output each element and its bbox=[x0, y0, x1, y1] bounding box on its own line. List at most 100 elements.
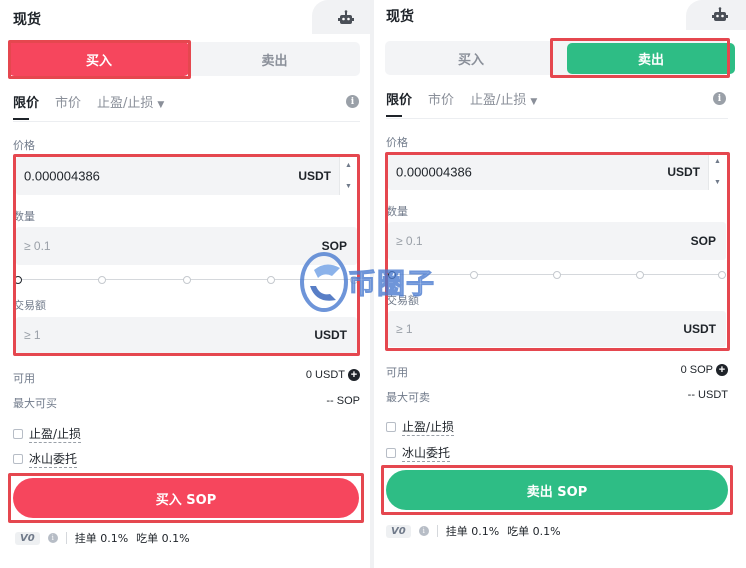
option-label: 冰山委托 bbox=[402, 446, 451, 462]
tab-market[interactable]: 市价 bbox=[55, 92, 81, 111]
info-icon[interactable]: i bbox=[713, 92, 726, 105]
max-label: 最大可买 bbox=[13, 397, 57, 410]
tab-limit[interactable]: 限价 bbox=[13, 92, 39, 120]
fee-separator bbox=[65, 532, 67, 544]
checkbox[interactable] bbox=[13, 454, 23, 464]
available-value: 0 USDT bbox=[305, 369, 345, 381]
amount-placeholder: ≥ 1 bbox=[24, 328, 41, 342]
option-label: 止盈/止损 bbox=[29, 427, 82, 443]
tab-market[interactable]: 市价 bbox=[428, 89, 454, 108]
buy-tab[interactable]: 买入 bbox=[385, 41, 557, 75]
watermark-logo: 币圈子 bbox=[296, 250, 456, 314]
slider-mark[interactable] bbox=[267, 276, 275, 284]
step-down-icon[interactable]: ▼ bbox=[345, 183, 352, 190]
info-icon[interactable]: i bbox=[418, 526, 429, 536]
slider-mark[interactable] bbox=[636, 271, 644, 279]
fee-separator bbox=[436, 525, 438, 537]
taker-fee: 吃单 0.1% bbox=[507, 525, 561, 538]
available-value-row: 0 SOP + bbox=[681, 364, 728, 376]
price-value: 0.000004386 bbox=[24, 168, 100, 184]
fee-info: V0 i 挂单 0.1% 吃单 0.1% bbox=[15, 530, 190, 546]
quantity-placeholder: ≥ 0.1 bbox=[396, 234, 423, 248]
amount-input[interactable]: ≥ 1 USDT bbox=[388, 311, 726, 347]
quantity-label: 数量 bbox=[386, 205, 408, 218]
amount-label: 交易额 bbox=[13, 299, 46, 312]
slider-handle[interactable] bbox=[14, 276, 22, 284]
max-value: -- SOP bbox=[326, 395, 360, 407]
price-stepper[interactable]: ▲ ▼ bbox=[708, 154, 726, 190]
option-iceberg[interactable]: 冰山委托 bbox=[386, 444, 451, 462]
sell-submit-button[interactable]: 卖出 SOP bbox=[386, 470, 728, 510]
slider-mark[interactable] bbox=[718, 271, 726, 279]
panel-header: 现货 bbox=[0, 0, 370, 36]
step-up-icon[interactable]: ▲ bbox=[714, 158, 721, 165]
side-switch: 买入 卖出 bbox=[9, 42, 360, 76]
amount-unit: USDT bbox=[683, 322, 716, 336]
watermark-emblem-icon bbox=[300, 252, 348, 312]
amount-input[interactable]: ≥ 1 USDT bbox=[16, 317, 357, 353]
quantity-label: 数量 bbox=[13, 210, 35, 223]
available-label: 可用 bbox=[13, 372, 35, 385]
tab-stop-label: 止盈/止损 bbox=[97, 95, 154, 111]
robot-icon bbox=[338, 10, 354, 24]
page-title: 现货 bbox=[386, 9, 414, 25]
amount-placeholder: ≥ 1 bbox=[396, 322, 413, 336]
price-label: 价格 bbox=[13, 139, 35, 152]
option-take-profit[interactable]: 止盈/止损 bbox=[13, 425, 82, 443]
tabs-divider bbox=[386, 118, 728, 119]
side-switch: 买入 卖出 bbox=[385, 41, 735, 75]
quantity-unit: SOP bbox=[690, 234, 716, 248]
slider-mark[interactable] bbox=[183, 276, 191, 284]
available-value-row: 0 USDT + bbox=[306, 369, 360, 381]
quantity-placeholder: ≥ 0.1 bbox=[24, 239, 51, 253]
price-input[interactable]: 0.000004386 USDT ▲ ▼ bbox=[388, 154, 726, 190]
vip-badge[interactable]: V0 bbox=[386, 524, 411, 538]
option-label: 冰山委托 bbox=[29, 452, 78, 468]
max-label: 最大可卖 bbox=[386, 391, 430, 404]
option-iceberg[interactable]: 冰山委托 bbox=[13, 450, 78, 468]
price-value: 0.000004386 bbox=[396, 164, 472, 180]
tabs-divider bbox=[13, 121, 360, 122]
plus-circle-icon[interactable]: + bbox=[348, 369, 360, 381]
checkbox[interactable] bbox=[386, 422, 396, 432]
max-value: -- USDT bbox=[687, 389, 728, 401]
option-label: 止盈/止损 bbox=[402, 420, 455, 436]
step-down-icon[interactable]: ▼ bbox=[714, 179, 721, 186]
fee-info: V0 i 挂单 0.1% 吃单 0.1% bbox=[386, 523, 561, 539]
slider-mark[interactable] bbox=[98, 276, 106, 284]
price-label: 价格 bbox=[386, 136, 408, 149]
price-input[interactable]: 0.000004386 USDT ▲ ▼ bbox=[16, 157, 357, 195]
buy-tab[interactable]: 买入 bbox=[9, 42, 189, 76]
tab-stop[interactable]: 止盈/止损 ▼ bbox=[97, 92, 164, 111]
slider-mark[interactable] bbox=[470, 271, 478, 279]
sell-tab[interactable]: 卖出 bbox=[567, 43, 735, 74]
slider-mark[interactable] bbox=[553, 271, 561, 279]
price-unit: USDT bbox=[667, 165, 700, 179]
bot-tab[interactable] bbox=[686, 0, 746, 30]
chevron-down-icon: ▼ bbox=[157, 99, 165, 110]
maker-fee: 挂单 0.1% bbox=[74, 532, 129, 545]
panel-header: 现货 bbox=[374, 0, 746, 36]
chevron-down-icon: ▼ bbox=[530, 96, 538, 107]
tab-stop[interactable]: 止盈/止损 ▼ bbox=[470, 89, 537, 108]
price-unit: USDT bbox=[298, 169, 331, 183]
buy-submit-button[interactable]: 买入 SOP bbox=[13, 478, 359, 518]
tab-limit[interactable]: 限价 bbox=[386, 89, 412, 117]
step-up-icon[interactable]: ▲ bbox=[345, 162, 352, 169]
page-title: 现货 bbox=[13, 12, 41, 28]
price-stepper[interactable]: ▲ ▼ bbox=[339, 157, 357, 195]
amount-unit: USDT bbox=[314, 328, 347, 342]
vip-badge[interactable]: V0 bbox=[15, 531, 40, 545]
watermark-text: 币圈子 bbox=[347, 267, 436, 301]
bot-tab[interactable] bbox=[312, 0, 370, 34]
option-take-profit[interactable]: 止盈/止损 bbox=[386, 418, 455, 436]
checkbox[interactable] bbox=[386, 448, 396, 458]
sell-tab[interactable]: 卖出 bbox=[189, 42, 360, 76]
tab-stop-label: 止盈/止损 bbox=[470, 92, 527, 108]
info-icon[interactable]: i bbox=[47, 533, 58, 543]
taker-fee: 吃单 0.1% bbox=[136, 532, 190, 545]
available-label: 可用 bbox=[386, 366, 408, 379]
checkbox[interactable] bbox=[13, 429, 23, 439]
plus-circle-icon[interactable]: + bbox=[716, 364, 728, 376]
info-icon[interactable]: i bbox=[346, 95, 359, 108]
